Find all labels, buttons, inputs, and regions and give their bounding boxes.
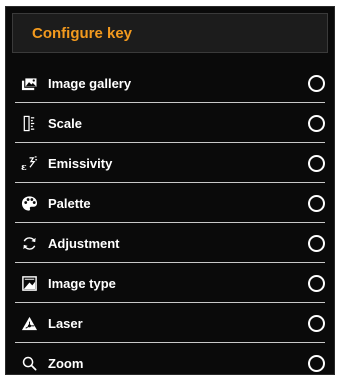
laser-icon: [20, 314, 38, 332]
option-label: Laser: [48, 315, 83, 331]
key-option-list: Image gallery Scale ε Emissivity Palette…: [6, 63, 334, 383]
configure-key-panel: Configure key Image gallery Scale ε Emis…: [5, 6, 335, 375]
option-label: Image type: [48, 275, 116, 291]
zoom-icon: [20, 354, 38, 372]
option-image-type[interactable]: Image type: [6, 263, 334, 303]
option-image-gallery[interactable]: Image gallery: [6, 63, 334, 103]
option-emissivity[interactable]: ε Emissivity: [6, 143, 334, 183]
option-adjustment[interactable]: Adjustment: [6, 223, 334, 263]
image-type-icon: [20, 274, 38, 292]
option-palette[interactable]: Palette: [6, 183, 334, 223]
svg-text:ε: ε: [21, 162, 27, 172]
radio-button[interactable]: [308, 194, 325, 212]
radio-button[interactable]: [308, 234, 325, 252]
option-zoom[interactable]: Zoom: [6, 343, 334, 383]
option-label: Zoom: [48, 355, 84, 371]
radio-button[interactable]: [308, 354, 325, 372]
option-label: Adjustment: [48, 235, 120, 251]
option-label: Palette: [48, 195, 91, 211]
option-scale[interactable]: Scale: [6, 103, 334, 143]
option-label: Emissivity: [48, 155, 113, 171]
scale-icon: [20, 114, 38, 132]
option-label: Scale: [48, 115, 82, 131]
image-gallery-icon: [20, 74, 38, 92]
panel-header: Configure key: [12, 13, 328, 53]
option-label: Image gallery: [48, 75, 132, 91]
panel-title: Configure key: [32, 24, 133, 42]
radio-button[interactable]: [308, 274, 325, 292]
radio-button[interactable]: [308, 154, 325, 172]
option-laser[interactable]: Laser: [6, 303, 334, 343]
palette-icon: [20, 194, 38, 212]
radio-button[interactable]: [308, 74, 325, 92]
emissivity-icon: ε: [20, 154, 38, 172]
radio-button[interactable]: [308, 314, 325, 332]
adjustment-icon: [20, 234, 38, 252]
radio-button[interactable]: [308, 114, 325, 132]
